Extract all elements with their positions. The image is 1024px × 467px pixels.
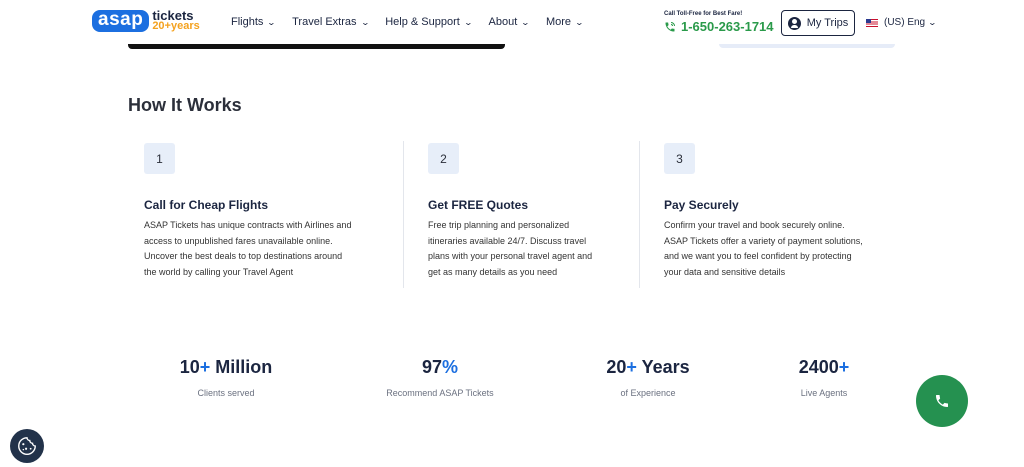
- step-description: Confirm your travel and book securely on…: [664, 218, 863, 280]
- step-description-line: your data and sensitive details: [664, 266, 786, 277]
- step-divider: [403, 141, 404, 288]
- step-description-line: the world by calling your Travel Agent: [144, 266, 294, 277]
- phone-link[interactable]: 1-650-263-1714: [664, 19, 774, 34]
- tollfree-block: Call Toll-Free for Best Fare! 1-650-263-…: [664, 11, 774, 34]
- us-flag-icon: [866, 18, 878, 27]
- previous-section-card-edge: [719, 44, 895, 48]
- step-description-line: Free trip planning and personalized: [428, 220, 570, 230]
- phone-icon: [936, 395, 948, 407]
- stat-value: 20+ Years: [606, 357, 690, 377]
- step-description-line: and we want you to feel confident by pro…: [664, 251, 852, 262]
- stat-label: of Experience: [620, 388, 676, 398]
- step-description-line: Confirm your travel and book securely on…: [664, 220, 845, 230]
- step-title: Pay Securely: [664, 198, 739, 212]
- previous-section-image-edge: [128, 44, 505, 49]
- tollfree-label: Call Toll-Free for Best Fare!: [664, 11, 743, 17]
- language-label: (US) Eng: [884, 17, 926, 28]
- stat-label: Live Agents: [800, 388, 848, 398]
- logo-years-text: 20+years: [152, 20, 200, 32]
- chevron-down-icon: ⌄: [927, 18, 938, 27]
- step-description-line: Uncover the best deals to top destinatio…: [144, 251, 343, 262]
- stat-value: 2400+: [798, 357, 850, 377]
- chevron-down-icon: ⌄: [267, 17, 277, 27]
- stat-value: 10+ Million: [179, 357, 273, 377]
- stat-label: Clients served: [197, 388, 255, 398]
- nav-label: More: [545, 16, 572, 28]
- step-divider: [639, 141, 640, 288]
- step-number: 2: [428, 143, 459, 174]
- step-title: Call for Cheap Flights: [144, 198, 269, 212]
- step-description-line: plans with your personal travel agent an…: [428, 251, 593, 262]
- nav-label: Travel Extras: [292, 16, 357, 28]
- cookie-icon: [18, 437, 36, 455]
- phone-number: 1-650-263-1714: [681, 19, 774, 34]
- nav-travel-extras[interactable]: Travel Extras ⌄: [292, 16, 370, 28]
- stat-value: 97%: [421, 357, 459, 377]
- language-selector[interactable]: (US) Eng ⌄: [866, 17, 938, 28]
- call-button[interactable]: [916, 375, 968, 427]
- nav-flights[interactable]: Flights ⌄: [231, 16, 277, 28]
- nav-label: Help & Support: [385, 16, 460, 28]
- how-it-works-title: How It Works: [128, 95, 242, 115]
- stat-clients: 10+ Million Clients served: [166, 357, 286, 398]
- site-header: asap tickets 20+years Flights ⌄ Travel E…: [0, 0, 1024, 44]
- chevron-down-icon: ⌄: [574, 17, 585, 27]
- step-description-line: ASAP Tickets offer a variety of payment …: [664, 235, 863, 246]
- my-trips-button[interactable]: My Trips: [781, 10, 855, 36]
- main-nav: Flights ⌄ Travel Extras ⌄ Help & Support…: [231, 16, 600, 28]
- step-number: 3: [664, 143, 695, 174]
- step-description-line: get as many details as you need: [428, 266, 558, 277]
- step-card-2: 2 Get FREE Quotes Free trip planning and…: [428, 143, 592, 280]
- step-description-line: ASAP Tickets has unique contracts with A…: [144, 220, 352, 230]
- nav-about[interactable]: About ⌄: [488, 16, 531, 28]
- chevron-down-icon: ⌄: [463, 17, 473, 27]
- phone-icon: [665, 21, 675, 31]
- step-card-3: 3 Pay Securely Confirm your travel and b…: [664, 143, 863, 280]
- user-icon: [787, 16, 801, 30]
- step-card-1: 1 Call for Cheap Flights ASAP Tickets ha…: [144, 143, 351, 280]
- step-description: ASAP Tickets has unique contracts with A…: [144, 218, 351, 280]
- chevron-down-icon: ⌄: [360, 17, 370, 27]
- logo-brand: asap: [92, 10, 150, 32]
- stat-recommend: 97% Recommend ASAP Tickets: [380, 357, 500, 398]
- stat-agents: 2400+ Live Agents: [764, 357, 884, 398]
- nav-help-support[interactable]: Help & Support ⌄: [385, 16, 473, 28]
- step-description-line: access to unpublished fares unavailable …: [144, 235, 333, 246]
- stat-experience: 20+ Years of Experience: [588, 357, 708, 398]
- stat-label: Recommend ASAP Tickets: [386, 388, 494, 398]
- cookie-settings-button[interactable]: [10, 429, 44, 463]
- nav-label: About: [488, 16, 518, 28]
- nav-label: Flights: [231, 16, 264, 28]
- my-trips-label: My Trips: [806, 17, 849, 29]
- asap-tickets-logo[interactable]: asap tickets 20+years: [92, 9, 200, 32]
- step-description: Free trip planning and personalized itin…: [428, 218, 592, 280]
- nav-more[interactable]: More ⌄: [545, 16, 585, 28]
- step-number: 1: [144, 143, 175, 174]
- step-description-line: itineraries available 24/7. Discuss trav…: [428, 235, 587, 246]
- chevron-down-icon: ⌄: [520, 17, 531, 27]
- step-title: Get FREE Quotes: [428, 198, 529, 212]
